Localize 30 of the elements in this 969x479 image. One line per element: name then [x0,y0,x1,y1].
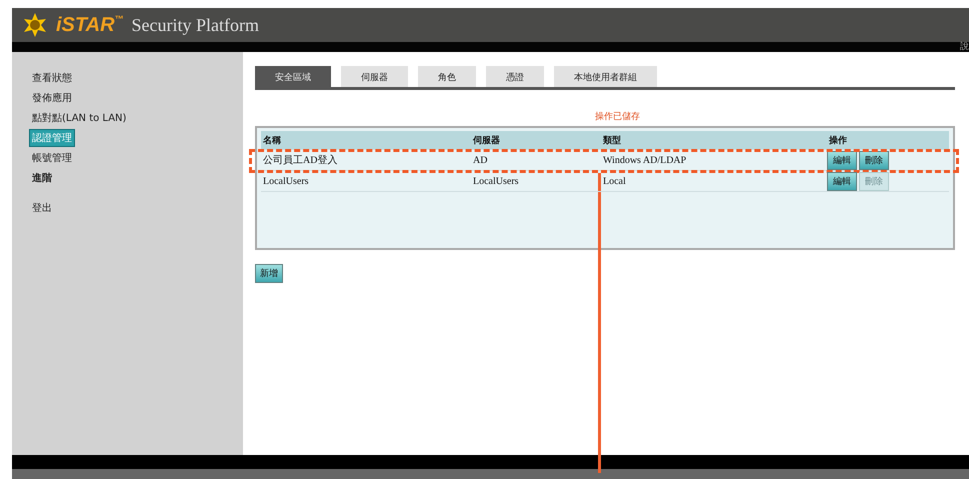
table-cell-text: Local [602,176,627,186]
sidebar-item[interactable]: 帳號管理 [30,150,74,166]
add-button[interactable]: 新增 [255,264,283,283]
tab[interactable]: 伺服器 [341,66,408,87]
edit-button[interactable]: 編輯 [827,172,857,190]
sidebar-item[interactable]: 發佈應用 [30,90,74,106]
tab[interactable]: 本地使用者群組 [554,66,657,87]
logo-icon [22,12,48,38]
column-header: 操作 [828,134,848,146]
sidebar-item[interactable]: 進階 [30,170,54,186]
tab[interactable]: 安全區域 [255,66,331,87]
edit-button[interactable]: 編輯 [827,150,857,170]
platform-title: Security Platform [132,14,259,36]
brand-name: iSTAR™ [56,14,124,36]
table-cell-text: AD [472,154,488,166]
tab[interactable]: 角色 [418,66,476,87]
help-link[interactable]: 說 [960,43,969,52]
column-header: 伺服器 [472,134,501,146]
table-cell-text: Windows AD/LDAP [602,154,688,166]
sidebar-item[interactable]: 登出 [30,200,54,216]
sidebar-item[interactable]: 點對點(LAN to LAN) [30,110,128,126]
table-cell-text: LocalUsers [262,176,310,186]
column-header: 類型 [602,134,622,146]
sidebar-item[interactable]: 查看狀態 [30,70,74,86]
status-message: 操作已儲存 [595,110,641,123]
table-cell-text: 公司員工AD登入 [262,154,338,167]
tab[interactable]: 憑證 [486,66,544,87]
delete-button[interactable]: 刪除 [859,150,889,170]
column-header: 名稱 [262,134,282,146]
table-cell-text: LocalUsers [472,176,520,186]
